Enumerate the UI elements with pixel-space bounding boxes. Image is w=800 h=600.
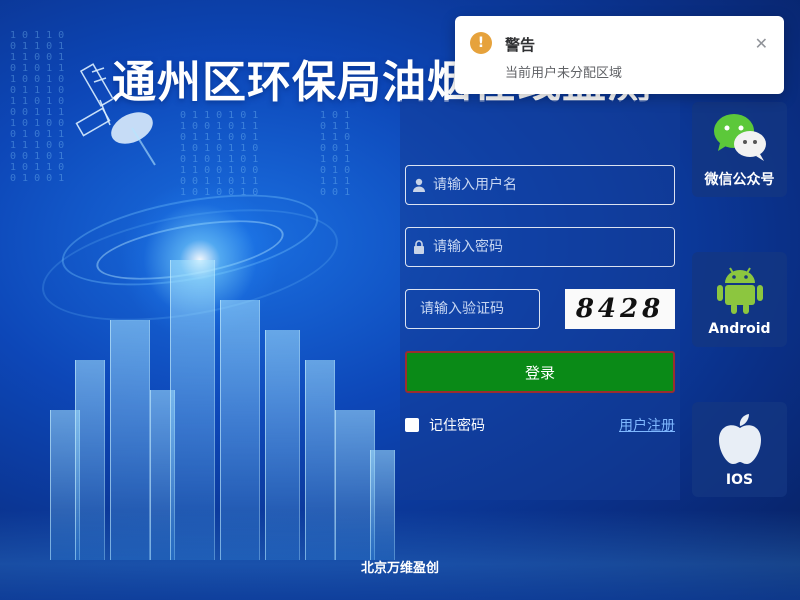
user-icon — [406, 177, 433, 193]
app-label-ios: IOS — [725, 471, 754, 488]
password-field[interactable] — [405, 227, 675, 267]
footer-company: 北京万维盈创 — [360, 561, 439, 576]
toast-message: 当前用户未分配区域 — [505, 66, 623, 81]
remember-label: 记住密码 — [429, 418, 485, 434]
close-icon[interactable]: ✕ — [755, 34, 768, 53]
toast-title: 警告 — [505, 36, 536, 54]
app-tile-android[interactable]: Android — [692, 252, 787, 347]
password-input[interactable] — [432, 228, 674, 266]
remember-checkbox[interactable] — [405, 418, 419, 432]
android-icon — [716, 266, 763, 314]
captcha-text: 8428 — [575, 294, 665, 324]
username-input[interactable] — [432, 166, 674, 204]
lock-icon — [406, 239, 433, 255]
app-label-android: Android — [708, 320, 771, 337]
login-button[interactable]: 登录 — [405, 351, 675, 393]
apple-icon — [718, 413, 761, 464]
app-tile-wechat[interactable]: 微信公众号 — [692, 102, 787, 197]
register-link[interactable]: 用户注册 — [619, 415, 675, 435]
wechat-icon — [713, 113, 766, 161]
app-tile-ios[interactable]: IOS — [692, 402, 787, 497]
remember-password[interactable]: 记住密码 — [405, 415, 485, 435]
captcha-input[interactable] — [420, 290, 539, 328]
username-field[interactable] — [405, 165, 675, 205]
app-label-wechat: 微信公众号 — [704, 171, 775, 188]
warning-icon: ! — [470, 32, 492, 54]
captcha-image[interactable]: 8428 — [565, 289, 675, 329]
captcha-field[interactable] — [405, 289, 540, 329]
warning-toast: ! 警告 当前用户未分配区域 ✕ — [455, 16, 784, 94]
